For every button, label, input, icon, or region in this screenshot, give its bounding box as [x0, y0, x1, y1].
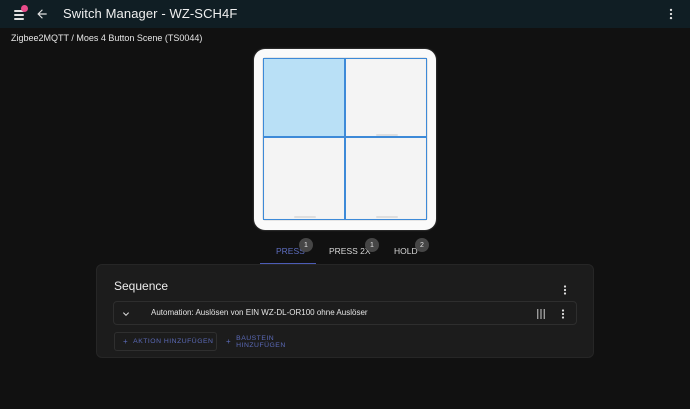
tab-press-badge: 1: [299, 238, 313, 252]
back-arrow-icon[interactable]: [35, 7, 49, 21]
tab-hold-badge: 2: [415, 238, 429, 252]
switch-button-3[interactable]: [263, 137, 345, 220]
more-vert-icon[interactable]: [557, 308, 569, 320]
add-action-button[interactable]: + AKTION HINZUFÜGEN: [114, 332, 217, 351]
add-action-label: AKTION HINZUFÜGEN: [133, 338, 214, 345]
page-title: Switch Manager - WZ-SCH4F: [63, 6, 238, 21]
switch-button-1[interactable]: [263, 58, 345, 137]
breadcrumb: Zigbee2MQTT / Moes 4 Button Scene (TS004…: [11, 33, 203, 43]
action-tabs: PRESS 1 PRESS 2X 1 HOLD 2: [258, 237, 434, 265]
add-block-label: BAUSTEIN HINZUFÜGEN: [236, 334, 286, 349]
switch-face: [262, 57, 428, 221]
sequence-title: Sequence: [114, 279, 169, 293]
switch-image: [254, 49, 436, 230]
plus-icon: +: [226, 337, 232, 346]
switch-button-4[interactable]: [345, 137, 427, 220]
notification-dot: [21, 5, 28, 12]
plus-icon: +: [123, 337, 129, 346]
tab-press-2x[interactable]: PRESS 2X: [329, 246, 371, 256]
tab-press-2x-label: PRESS 2X: [329, 246, 371, 256]
chevron-down-icon[interactable]: [120, 308, 132, 320]
tab-press-2x-badge: 1: [365, 238, 379, 252]
more-vert-icon[interactable]: [664, 7, 678, 21]
tab-hold-label: HOLD: [394, 246, 418, 256]
more-vert-icon[interactable]: [559, 284, 571, 296]
drag-handle-icon[interactable]: [536, 308, 546, 320]
menu-icon[interactable]: [12, 5, 28, 21]
sequence-card: Sequence Automation: Auslösen von EIN WZ…: [96, 264, 594, 358]
sequence-item[interactable]: Automation: Auslösen von EIN WZ-DL-OR100…: [113, 301, 577, 325]
switch-button-2[interactable]: [345, 58, 427, 137]
top-app-bar: Switch Manager - WZ-SCH4F: [0, 0, 690, 28]
add-block-button[interactable]: + BAUSTEIN HINZUFÜGEN: [217, 332, 327, 351]
tab-hold[interactable]: HOLD: [394, 246, 418, 256]
sequence-item-label: Automation: Auslösen von EIN WZ-DL-OR100…: [151, 308, 368, 317]
